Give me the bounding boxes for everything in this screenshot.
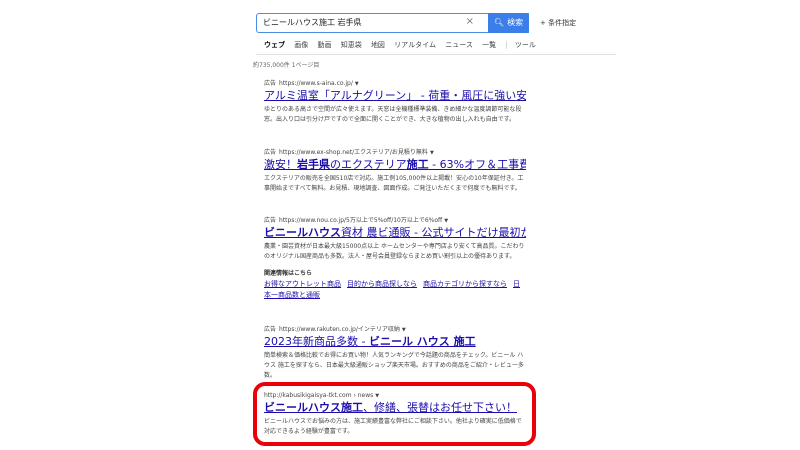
result-description: エクステリアの販売を全国510店で対応。施工例105,000件以上掲載！安心の1… <box>264 175 524 192</box>
related-heading: 関連情報はこちら <box>264 270 313 277</box>
ad-label: 広告 <box>264 217 277 224</box>
result-url-line: 広告 https://www.nou.co.jp/5万以上で5%off/10万以上… <box>264 215 526 224</box>
title-part: 激安！ <box>264 158 297 171</box>
result-description: ゆとりのある高さで空間が広々使えます。天窓は全機種標準装備、きめ細かな温度調節可… <box>264 106 522 123</box>
result-description: 簡単検索＆価格比較でお得にお買い物！人気ランキングで今話題の商品をチェック。ビニ… <box>264 352 524 379</box>
tab-news[interactable]: ニュース <box>445 40 473 50</box>
title-keyword: ビニールハウス <box>264 226 341 239</box>
result-url: https://www.ex-shop.net/エクステリア/お見積り無料 <box>279 149 428 156</box>
title-part: - 63%オフ＆工事費無... <box>432 158 526 171</box>
tab-map[interactable]: 地図 <box>371 40 385 50</box>
related-link[interactable]: 商品カテゴリから探すなら <box>423 280 507 288</box>
result-url: https://www.s-aina.co.jp/ <box>279 80 353 87</box>
title-keyword: 岩手県 <box>297 158 330 171</box>
search-result-ad: 広告 https://www.s-aina.co.jp/▼ アルミ温室「アルナグリ… <box>264 78 526 125</box>
related-link[interactable]: お得なアウトレット商品 <box>264 280 341 288</box>
search-results-page: ビニールハウス施工 岩手県 × 🔍︎ 検索 + 条件指定 ウェブ 画像 動画 知恵… <box>0 0 800 450</box>
search-button[interactable]: 🔍︎ 検索 <box>488 13 529 33</box>
title-part: 資材 農ビ通販 - 公式サイトだけ最初から2... <box>341 226 526 239</box>
result-url: https://www.rakuten.co.jp/インテリア収納 <box>279 326 400 333</box>
search-result-ad: 広告 https://www.rakuten.co.jp/インテリア収納 ▼ 202… <box>264 324 526 381</box>
result-title-link[interactable]: ビニールハウス資材 農ビ通販 - 公式サイトだけ最初から2... <box>264 226 526 240</box>
result-description: 農業・園芸資材が日本最大級15000点以上 ホームセンターや専門店より安くて高品… <box>264 243 525 260</box>
search-icon: 🔍︎ <box>493 18 505 27</box>
chevron-down-icon[interactable]: ▼ <box>355 81 359 87</box>
highlight-box <box>253 382 536 446</box>
related-links: お得なアウトレット商品 目的から商品探しなら 商品カテゴリから探すなら 日本一商品数と… <box>264 279 526 301</box>
tab-divider: | <box>505 41 508 49</box>
chevron-down-icon[interactable]: ▼ <box>444 218 448 224</box>
clear-icon[interactable]: × <box>466 16 474 27</box>
chevron-down-icon[interactable]: ▼ <box>430 150 434 156</box>
search-button-label: 検索 <box>507 18 524 27</box>
result-url-line: 広告 https://www.ex-shop.net/エクステリア/お見積り無料 ▼ <box>264 147 526 156</box>
title-part: のエクステリア <box>330 158 407 171</box>
tab-videos[interactable]: 動画 <box>317 40 331 50</box>
ad-label: 広告 <box>264 326 277 333</box>
tab-list[interactable]: 一覧 <box>482 40 496 50</box>
tab-chiebukuro[interactable]: 知恵袋 <box>341 40 362 50</box>
result-count: 約735,000件 1ページ目 <box>253 62 320 69</box>
result-title-link[interactable]: アルミ温室「アルナグリーン」 - 荷重・風圧に強い安心信... <box>264 89 526 103</box>
search-tabs: ウェブ 画像 動画 知恵袋 地図 リアルタイム ニュース 一覧 | ツール <box>264 40 543 50</box>
result-url-line: 広告 https://www.rakuten.co.jp/インテリア収納 ▼ <box>264 324 526 333</box>
tab-images[interactable]: 画像 <box>294 40 308 50</box>
tabs-divider <box>256 54 616 55</box>
title-part: 2023年新商品多数 - <box>264 335 369 348</box>
tab-tools[interactable]: ツール <box>515 40 536 50</box>
title-keyword: ビニール ハウス 施工 <box>368 335 476 348</box>
search-query-text: ビニールハウス施工 岩手県 <box>263 18 362 27</box>
chevron-down-icon[interactable]: ▼ <box>402 327 406 333</box>
search-result-ad: 広告 https://www.nou.co.jp/5万以上で5%off/10万以上… <box>264 215 526 301</box>
advanced-conditions-link[interactable]: + 条件指定 <box>540 18 576 28</box>
search-result-ad: 広告 https://www.ex-shop.net/エクステリア/お見積り無料 ▼… <box>264 147 526 194</box>
ad-label: 広告 <box>264 80 277 87</box>
result-title-link[interactable]: 激安！岩手県のエクステリア施工 - 63%オフ＆工事費無... <box>264 158 526 172</box>
result-url-line: 広告 https://www.s-aina.co.jp/▼ <box>264 78 526 87</box>
ad-label: 広告 <box>264 149 277 156</box>
tab-web[interactable]: ウェブ <box>264 40 285 50</box>
result-url: https://www.nou.co.jp/5万以上で5%off/10万以上で6… <box>279 217 443 224</box>
related-link[interactable]: 目的から商品探しなら <box>347 280 417 288</box>
tab-realtime[interactable]: リアルタイム <box>394 40 436 50</box>
title-keyword: 施工 <box>406 158 429 171</box>
result-title-link[interactable]: 2023年新商品多数 - ビニール ハウス 施工 <box>264 335 526 349</box>
